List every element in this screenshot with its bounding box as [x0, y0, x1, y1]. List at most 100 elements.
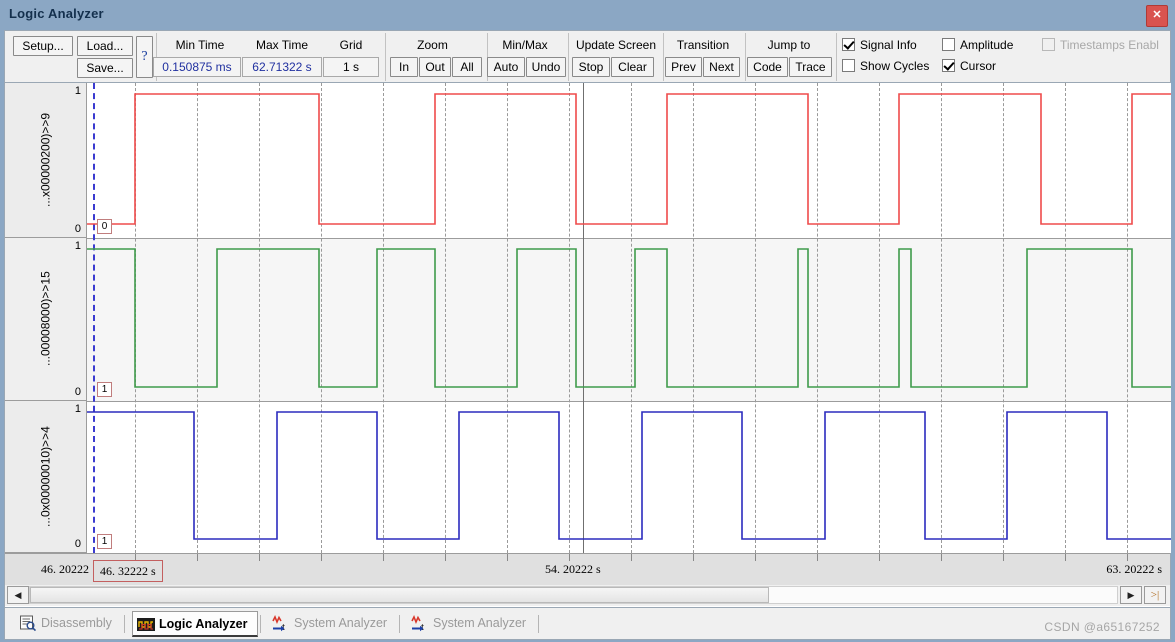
time-tick	[507, 554, 508, 561]
cursor-checkbox-box[interactable]	[942, 59, 955, 72]
time-tick	[383, 554, 384, 561]
svg-text:t: t	[282, 621, 285, 632]
zoom-out-button[interactable]: Out	[419, 57, 451, 77]
timestamps-enable-checkbox-box	[1042, 38, 1055, 51]
tab-disassembly[interactable]: Disassembly	[15, 611, 122, 637]
title-bar: Logic Analyzer ✕	[0, 0, 1175, 30]
cursor-time-readout: 46. 32222 s	[93, 560, 163, 582]
time-label-right: 63. 20222 s	[1106, 562, 1162, 576]
horizontal-scrollbar[interactable]: ◀ ▶ >|	[5, 585, 1170, 606]
signal-high-level-label: 1	[74, 403, 81, 415]
checkbox-timestamps-enable: Timestamps Enabl	[1042, 38, 1159, 53]
update-screen-header: Update Screen	[575, 38, 657, 52]
system-analyzer-icon: t	[411, 615, 429, 633]
amplitude-checkbox-box[interactable]	[942, 38, 955, 51]
max-time-field[interactable]: 62.71322 s	[242, 57, 322, 77]
tab-divider	[399, 615, 400, 633]
waveform-area: ...x00000200)>>9 1 0 ...00008000)>>15 1 0 ...0…	[5, 83, 1171, 607]
min-time-field[interactable]: 0.150875 ms	[153, 57, 241, 77]
max-time-header: Max Time	[255, 38, 308, 52]
bottom-tab-bar: CSDN @a65167252 Disassembly Logic Analyze…	[4, 608, 1171, 640]
setup-button[interactable]: Setup...	[13, 36, 73, 56]
checkbox-label: Timestamps Enabl	[1060, 38, 1159, 52]
checkbox-label: Cursor	[960, 59, 997, 73]
zoom-all-button[interactable]: All	[452, 57, 482, 77]
svg-text:t: t	[421, 621, 424, 632]
tab-divider	[538, 615, 539, 633]
signal-info-checkbox-box[interactable]	[842, 38, 855, 51]
time-tick	[259, 554, 260, 561]
update-clear-button[interactable]: Clear	[611, 57, 654, 77]
minmax-auto-button[interactable]: Auto	[487, 57, 525, 77]
checkbox-amplitude[interactable]: Amplitude	[942, 38, 1013, 53]
signal-label-column: ...x00000200)>>9 1 0 ...00008000)>>15 1 0 ...0…	[5, 83, 87, 553]
signal-label-cell[interactable]: ...0x00000010)>>4 1 0	[5, 401, 86, 553]
grid-field[interactable]: 1 s	[323, 57, 379, 77]
min-time-header: Min Time	[175, 38, 225, 52]
transition-next-button[interactable]: Next	[703, 57, 740, 77]
transition-header: Transition	[676, 38, 730, 52]
time-tick	[693, 554, 694, 561]
watermark: CSDN @a65167252	[1044, 620, 1160, 634]
time-tick	[445, 554, 446, 561]
tab-label: Logic Analyzer	[159, 617, 248, 631]
scroll-left-arrow-icon[interactable]: ◀	[7, 586, 29, 604]
scroll-jump-end-button[interactable]: >|	[1144, 586, 1166, 604]
time-label-left: 46. 20222	[41, 562, 89, 576]
checkbox-label: Show Cycles	[860, 59, 930, 73]
tab-logic-analyzer[interactable]: Logic Analyzer	[132, 611, 259, 637]
signal-value-box: 0	[97, 219, 112, 234]
signal-waveform	[87, 411, 1171, 540]
checkbox-show-cycles[interactable]: Show Cycles	[842, 59, 929, 74]
client-area: Setup... Load... Save... ? Min Time 0.15…	[4, 30, 1171, 608]
jump-to-trace-button[interactable]: Trace	[789, 57, 832, 77]
checkbox-cursor[interactable]: Cursor	[942, 59, 996, 74]
time-tick	[631, 554, 632, 561]
scrollbar-track[interactable]	[29, 586, 1118, 604]
signal-label-cell[interactable]: ...x00000200)>>9 1 0	[5, 83, 86, 238]
waveform-plot[interactable]: 0 1 1	[87, 83, 1171, 553]
tab-system-analyzer[interactable]: t System Analyzer	[268, 611, 397, 637]
jump-to-code-button[interactable]: Code	[747, 57, 788, 77]
time-tick	[755, 554, 756, 561]
toolbar: Setup... Load... Save... ? Min Time 0.15…	[5, 31, 1170, 83]
time-tick	[1127, 554, 1128, 561]
close-icon[interactable]: ✕	[1146, 5, 1168, 27]
logic-analyzer-icon	[137, 616, 155, 633]
signal-low-level-label: 0	[74, 223, 81, 235]
scroll-right-arrow-icon[interactable]: ▶	[1120, 586, 1142, 604]
load-button[interactable]: Load...	[77, 36, 133, 56]
show-cycles-checkbox-box[interactable]	[842, 59, 855, 72]
save-button[interactable]: Save...	[77, 58, 133, 78]
grid-header: Grid	[339, 38, 363, 52]
time-tick	[1003, 554, 1004, 561]
tab-label: Disassembly	[41, 616, 112, 630]
time-axis-ticks	[87, 554, 1170, 561]
zoom-in-button[interactable]: In	[390, 57, 418, 77]
help-button[interactable]: ?	[136, 36, 153, 78]
checkbox-signal-info[interactable]: Signal Info	[842, 38, 917, 53]
tab-system-analyzer-2[interactable]: t System Analyzer	[407, 611, 536, 637]
update-stop-button[interactable]: Stop	[572, 57, 610, 77]
signal-label-cell[interactable]: ...00008000)>>15 1 0	[5, 238, 86, 401]
window-title: Logic Analyzer	[9, 6, 104, 21]
time-axis: 46. 20222 54. 20222 s 63. 20222 s 46. 32…	[5, 553, 1170, 585]
signal-high-level-label: 1	[74, 240, 81, 252]
time-tick	[941, 554, 942, 561]
signal-low-level-label: 0	[74, 386, 81, 398]
transition-prev-button[interactable]: Prev	[665, 57, 702, 77]
checkbox-label: Signal Info	[860, 38, 917, 52]
time-tick	[321, 554, 322, 561]
time-tick	[817, 554, 818, 561]
logic-analyzer-window: Logic Analyzer ✕ Setup... Load... Save..…	[0, 0, 1175, 642]
tab-label: System Analyzer	[433, 616, 527, 630]
signal-low-level-label: 0	[74, 538, 81, 550]
time-label-center: 54. 20222 s	[545, 562, 601, 576]
disassembly-icon	[19, 615, 37, 632]
zoom-header: Zoom	[417, 38, 448, 52]
time-tick	[197, 554, 198, 561]
minmax-undo-button[interactable]: Undo	[526, 57, 566, 77]
scrollbar-thumb[interactable]	[30, 587, 769, 603]
signal-high-level-label: 1	[74, 85, 81, 97]
tab-divider	[260, 615, 261, 633]
